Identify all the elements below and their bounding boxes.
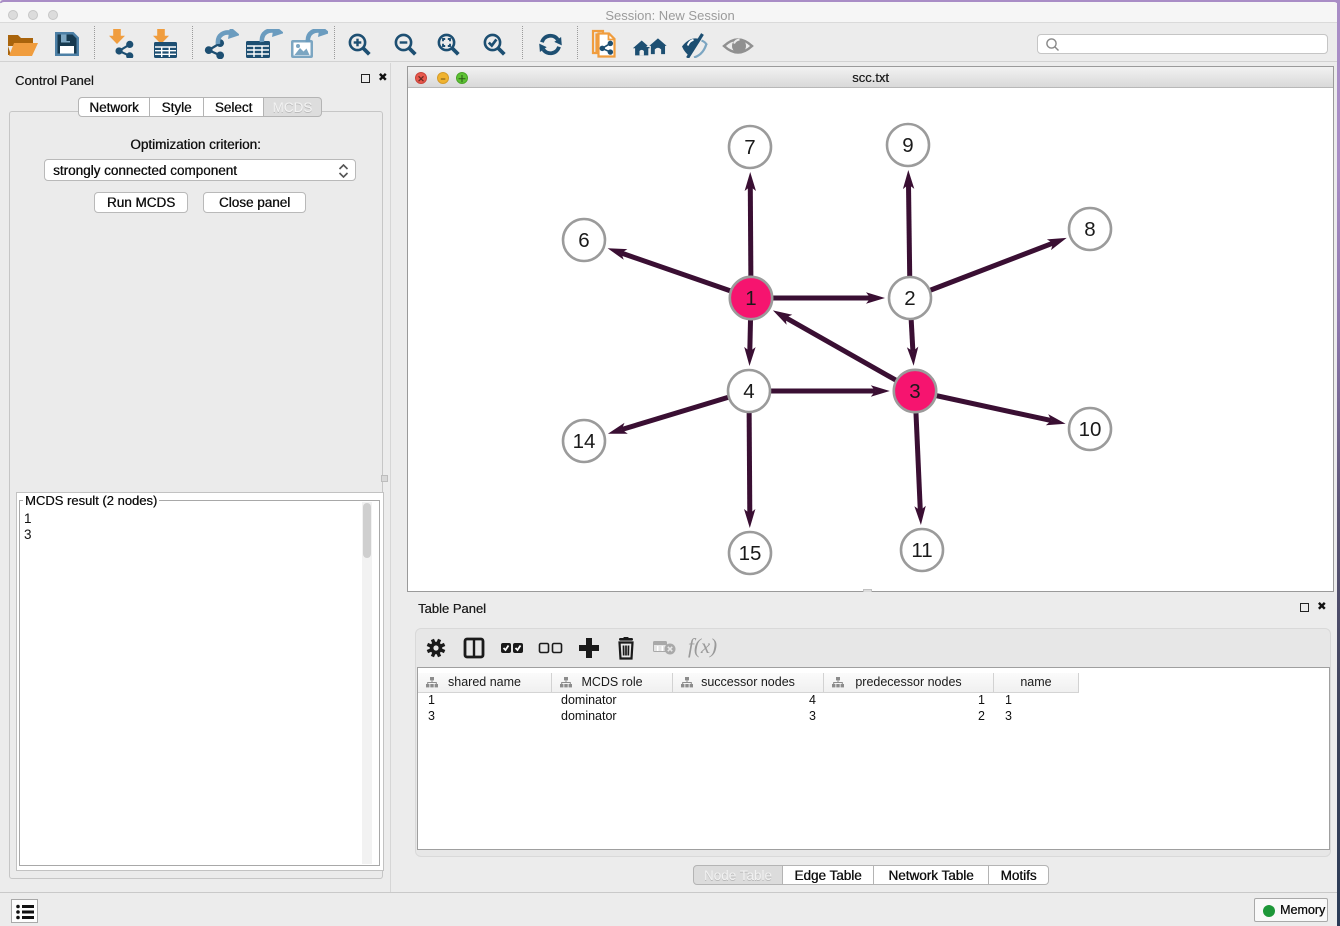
svg-text:14: 14	[573, 430, 596, 453]
svg-text:7: 7	[744, 136, 755, 159]
svg-text:4: 4	[743, 380, 754, 403]
svg-text:6: 6	[578, 229, 589, 252]
svg-text:8: 8	[1084, 218, 1095, 241]
svg-text:2: 2	[904, 287, 915, 310]
svg-text:15: 15	[739, 542, 762, 565]
svg-text:11: 11	[911, 539, 932, 562]
svg-text:10: 10	[1079, 418, 1102, 441]
svg-text:9: 9	[902, 134, 913, 157]
svg-text:1: 1	[745, 287, 756, 310]
svg-text:3: 3	[909, 380, 920, 403]
